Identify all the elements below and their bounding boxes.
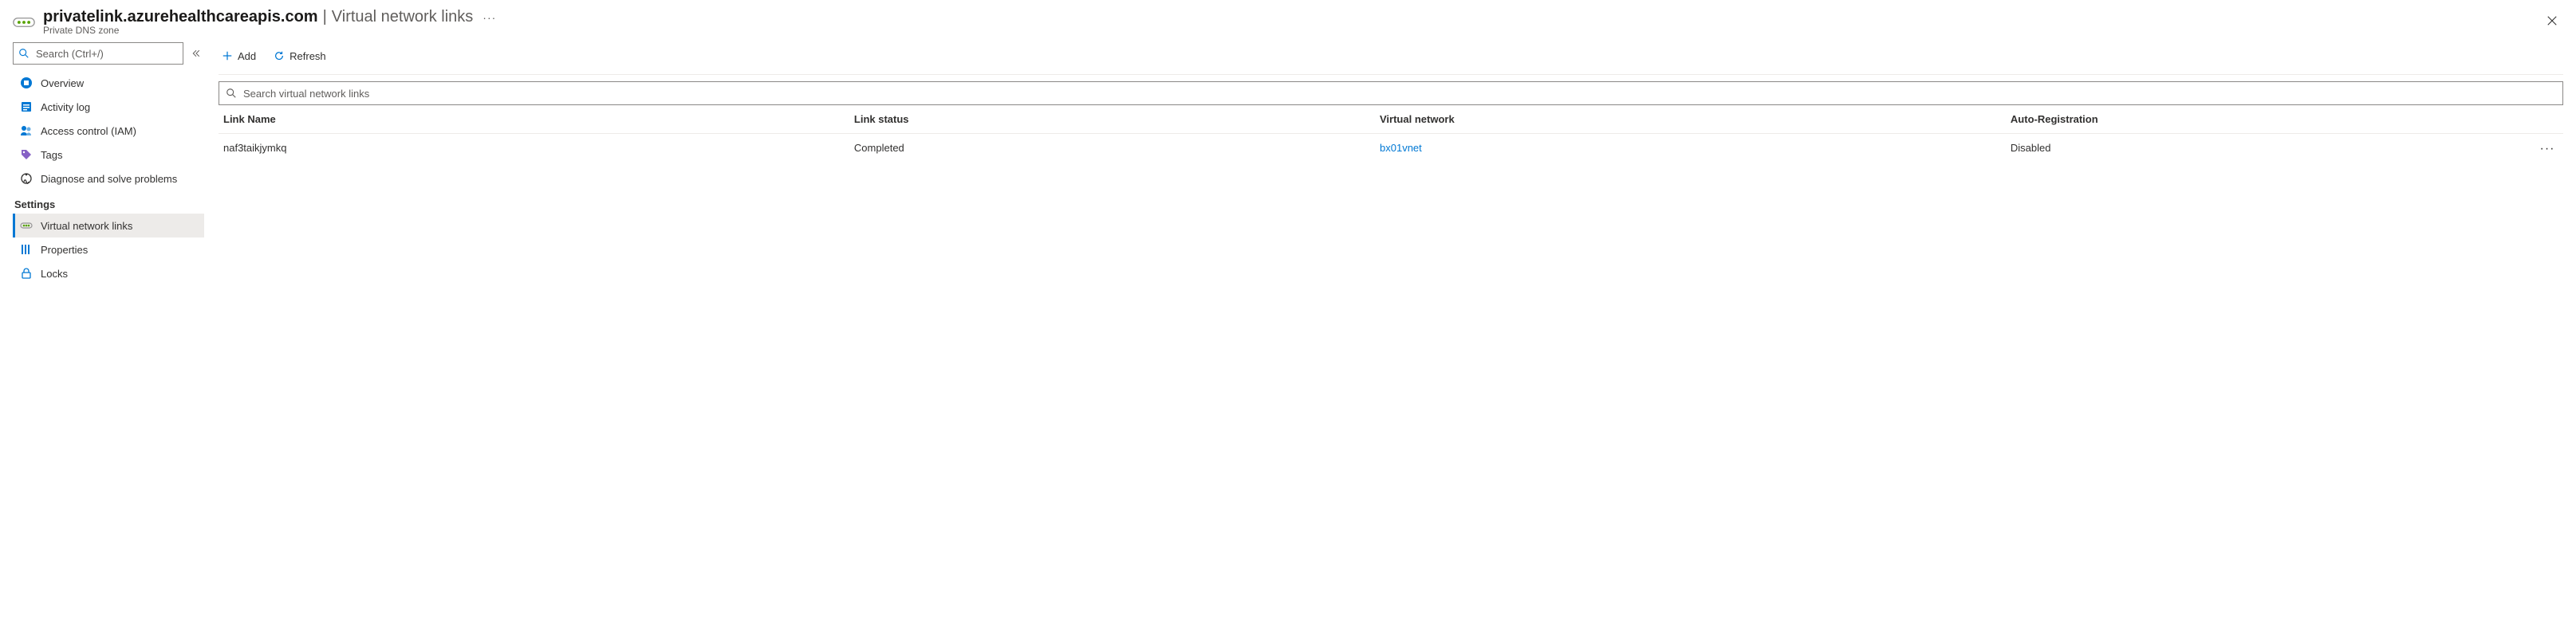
column-header-actions: [2531, 105, 2563, 133]
sidebar-item-label: Locks: [41, 268, 68, 280]
cell-link-name: naf3taikjymkq: [219, 134, 849, 164]
list-search[interactable]: [219, 81, 2563, 105]
sidebar-item-label: Diagnose and solve problems: [41, 173, 177, 185]
search-icon: [18, 48, 30, 59]
column-header-link-status[interactable]: Link status: [849, 105, 1375, 133]
properties-icon: [20, 243, 33, 256]
plus-icon: [222, 50, 233, 61]
sidebar-search[interactable]: [13, 42, 183, 65]
sidebar-group-label-settings: Settings: [14, 198, 204, 210]
add-button-label: Add: [238, 50, 256, 62]
page-subtitle: Virtual network links: [332, 8, 473, 26]
resource-type-label: Private DNS zone: [43, 25, 501, 36]
refresh-icon: [274, 50, 285, 61]
page-header: privatelink.azurehealthcareapis.com | Vi…: [13, 8, 2563, 36]
sidebar-item-tags[interactable]: Tags: [13, 143, 204, 167]
sidebar: Overview Activity log Access control (IA…: [13, 42, 204, 285]
page-title: privatelink.azurehealthcareapis.com: [43, 8, 318, 26]
column-header-virtual-network[interactable]: Virtual network: [1375, 105, 2006, 133]
sidebar-item-vnet-links[interactable]: Virtual network links: [13, 214, 204, 237]
diagnose-icon: [20, 172, 33, 185]
cell-auto-registration: Disabled: [2006, 134, 2531, 164]
title-more-button[interactable]: ···: [478, 11, 501, 24]
command-bar: Add Refresh: [219, 42, 2563, 75]
ellipsis-icon: ···: [2540, 142, 2555, 156]
overview-icon: [20, 77, 33, 89]
table-header-row: Link Name Link status Virtual network Au…: [219, 105, 2563, 134]
chevron-double-left-icon: [191, 49, 201, 58]
sidebar-item-label: Overview: [41, 77, 84, 89]
sidebar-collapse-button[interactable]: [188, 45, 204, 62]
close-icon: [2546, 15, 2558, 26]
sidebar-item-label: Properties: [41, 244, 88, 256]
sidebar-search-input[interactable]: [34, 47, 178, 61]
sidebar-item-locks[interactable]: Locks: [13, 261, 204, 285]
locks-icon: [20, 267, 33, 280]
search-icon: [226, 88, 237, 99]
sidebar-item-properties[interactable]: Properties: [13, 237, 204, 261]
refresh-button-label: Refresh: [290, 50, 326, 62]
sidebar-item-label: Virtual network links: [41, 220, 132, 232]
cell-link-status: Completed: [849, 134, 1375, 164]
sidebar-item-activity-log[interactable]: Activity log: [13, 95, 204, 119]
sidebar-item-access-control[interactable]: Access control (IAM): [13, 119, 204, 143]
column-header-auto-registration[interactable]: Auto-Registration: [2006, 105, 2531, 133]
refresh-button[interactable]: Refresh: [270, 44, 329, 68]
resource-type-icon: [13, 11, 35, 33]
sidebar-item-label: Access control (IAM): [41, 125, 136, 137]
cell-virtual-network-link[interactable]: bx01vnet: [1375, 134, 2006, 164]
access-control-icon: [20, 124, 33, 137]
activity-log-icon: [20, 100, 33, 113]
sidebar-item-diagnose[interactable]: Diagnose and solve problems: [13, 167, 204, 190]
table-row[interactable]: naf3taikjymkq Completed bx01vnet Disable…: [219, 134, 2563, 164]
list-search-input[interactable]: [242, 87, 2556, 100]
title-separator: |: [323, 8, 327, 26]
row-more-button[interactable]: ···: [2531, 134, 2563, 164]
main-content: Add Refresh Link Name Link status: [219, 42, 2563, 285]
sidebar-item-label: Tags: [41, 149, 62, 161]
tags-icon: [20, 148, 33, 161]
add-button[interactable]: Add: [219, 44, 259, 68]
column-header-link-name[interactable]: Link Name: [219, 105, 849, 133]
sidebar-item-label: Activity log: [41, 101, 90, 113]
sidebar-item-overview[interactable]: Overview: [13, 71, 204, 95]
vnet-links-icon: [20, 219, 33, 232]
close-button[interactable]: [2541, 10, 2563, 32]
